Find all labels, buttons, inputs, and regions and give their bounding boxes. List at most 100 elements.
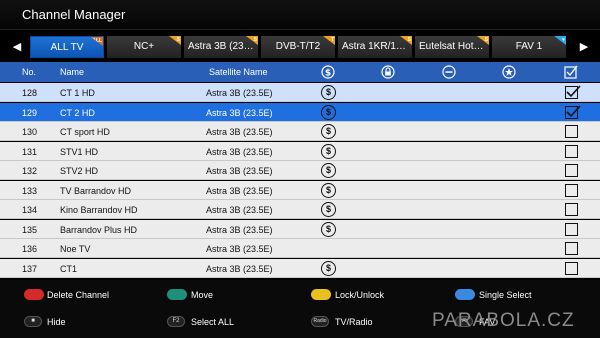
fav-column-icon (502, 65, 516, 79)
stop-key-icon: ■ (24, 316, 42, 327)
pay-channel-icon: $ (321, 124, 336, 139)
watermark: PARABOLA.CZ (432, 310, 575, 331)
channel-number: 129 (22, 107, 38, 118)
lock-column-icon (381, 65, 395, 79)
row-checkbox[interactable] (565, 125, 578, 138)
checkmark-icon (566, 104, 581, 117)
satellite-name: Astra 3B (23.5E) (206, 127, 273, 137)
select-all-label[interactable]: Select ALL (191, 317, 234, 327)
row-checkbox[interactable] (565, 261, 578, 275)
channel-number: 132 (22, 166, 38, 176)
tab-left-arrow-icon[interactable]: ◀ (10, 38, 24, 56)
tab-2[interactable]: Astra 3B (23.5E) S (184, 36, 258, 58)
row-checkbox[interactable] (565, 144, 578, 158)
channel-name: Barrandov Plus HD (60, 224, 138, 235)
row-checkbox[interactable] (565, 203, 578, 216)
col-satellite: Satellite Name (209, 67, 268, 77)
table-row[interactable]: 133 TV Barrandov HD Astra 3B (23.5E) $ (0, 180, 600, 200)
tab-3[interactable]: DVB-T/T2 T (261, 36, 335, 58)
channel-name: CT 1 HD (60, 88, 95, 98)
blue-key-icon (455, 289, 475, 300)
table-row[interactable]: 131 STV1 HD Astra 3B (23.5E) $ (0, 141, 600, 161)
delete-channel-label[interactable]: Delete Channel (47, 290, 109, 300)
tv-radio-label[interactable]: TV/Radio (335, 317, 373, 327)
channel-number: 135 (22, 224, 38, 235)
row-checkbox[interactable] (565, 104, 581, 119)
satellite-name: Astra 3B (23.5E) (206, 146, 273, 157)
tab-0[interactable]: ALL TV ALL (30, 36, 104, 58)
red-key-icon (24, 289, 44, 300)
table-header: No. Name Satellite Name $ (0, 62, 600, 82)
channel-name: TV Barrandov HD (60, 185, 132, 196)
pay-channel-icon: $ (321, 221, 336, 237)
move-label[interactable]: Move (191, 290, 213, 300)
table-row[interactable]: 136 Noe TV Astra 3B (23.5E) (0, 239, 600, 258)
satellite-name: Astra 3B (23.5E) (206, 166, 273, 176)
hide-column-icon (442, 65, 456, 79)
tab-label: NC+ (133, 41, 155, 52)
tab-label: Astra 1KR/1L/1... (342, 41, 412, 52)
tab-badge-icon: S (169, 36, 181, 45)
tab-label: Eutelsat Hot Bir... (419, 41, 489, 52)
channel-name: Noe TV (60, 244, 91, 254)
group-tabs: ◀ ALL TV ALL NC+ S Astra 3B (23.5E) S DVB-T/T2… (0, 34, 600, 60)
col-name: Name (60, 67, 85, 77)
channel-name: STV1 HD (60, 146, 99, 157)
tab-4[interactable]: Astra 1KR/1L/1... S (338, 36, 412, 58)
channel-name: Kino Barrandov HD (60, 205, 138, 215)
pay-channel-icon: $ (321, 202, 336, 217)
channel-name: CT 2 HD (60, 107, 95, 118)
single-select-label[interactable]: Single Select (479, 290, 532, 300)
pay-channel-icon: $ (321, 182, 336, 198)
hide-label[interactable]: Hide (47, 317, 66, 327)
title-bar: Channel Manager (0, 0, 600, 30)
table-row[interactable]: 128 CT 1 HD Astra 3B (23.5E) $ (0, 83, 600, 102)
channel-number: 130 (22, 127, 38, 137)
pay-channel-icon: $ (321, 85, 336, 100)
satellite-name: Astra 3B (23.5E) (206, 263, 273, 274)
tab-label: ALL TV (50, 42, 84, 53)
tab-badge-icon: ALL (91, 37, 103, 46)
row-checkbox[interactable] (565, 242, 578, 255)
row-checkbox[interactable] (565, 183, 578, 197)
channel-number: 131 (22, 146, 38, 157)
row-checkbox[interactable] (565, 222, 578, 236)
tab-5[interactable]: Eutelsat Hot Bir... S (415, 36, 489, 58)
window-title: Channel Manager (22, 7, 126, 22)
row-checkbox[interactable] (565, 164, 578, 177)
satellite-name: Astra 3B (23.5E) (206, 224, 273, 235)
row-checkbox[interactable] (565, 85, 581, 99)
satellite-name: Astra 3B (23.5E) (206, 244, 273, 254)
channel-number: 133 (22, 185, 38, 196)
green-key-icon (167, 289, 187, 300)
yellow-key-icon (311, 289, 331, 300)
tab-6[interactable]: FAV 1 ♥ (492, 36, 566, 58)
radio-key-icon: Radio (311, 316, 329, 327)
channel-number: 136 (22, 244, 38, 254)
table-row[interactable]: 132 STV2 HD Astra 3B (23.5E) $ (0, 161, 600, 180)
satellite-name: Astra 3B (23.5E) (206, 205, 273, 215)
channel-number: 137 (22, 263, 38, 274)
tab-label: FAV 1 (515, 41, 543, 52)
col-no: No. (22, 67, 37, 77)
lock-unlock-label[interactable]: Lock/Unlock (335, 290, 384, 300)
checkmark-icon (566, 85, 581, 98)
channel-name: CT1 (60, 263, 78, 274)
table-row[interactable]: 130 CT sport HD Astra 3B (23.5E) $ (0, 122, 600, 141)
channel-name: CT sport HD (60, 127, 110, 137)
pay-channel-icon: $ (321, 163, 336, 178)
table-row[interactable]: 135 Barrandov Plus HD Astra 3B (23.5E) $ (0, 219, 600, 239)
tab-1[interactable]: NC+ S (107, 36, 181, 58)
pay-channel-icon: $ (321, 260, 336, 276)
select-all-column-icon[interactable] (564, 65, 578, 79)
tab-right-arrow-icon[interactable]: ▶ (577, 38, 591, 56)
table-row[interactable]: 134 Kino Barrandov HD Astra 3B (23.5E) $ (0, 200, 600, 219)
satellite-name: Astra 3B (23.5E) (206, 185, 273, 196)
table-row[interactable]: 129 CT 2 HD Astra 3B (23.5E) $ (0, 102, 600, 122)
table-row[interactable]: 137 CT1 Astra 3B (23.5E) $ (0, 258, 600, 278)
pay-channel-icon: $ (321, 143, 336, 159)
pay-column-icon: $ (321, 65, 335, 79)
tab-label: DVB-T/T2 (275, 41, 321, 52)
tab-badge-icon: T (323, 36, 335, 45)
channel-number: 128 (22, 88, 38, 98)
